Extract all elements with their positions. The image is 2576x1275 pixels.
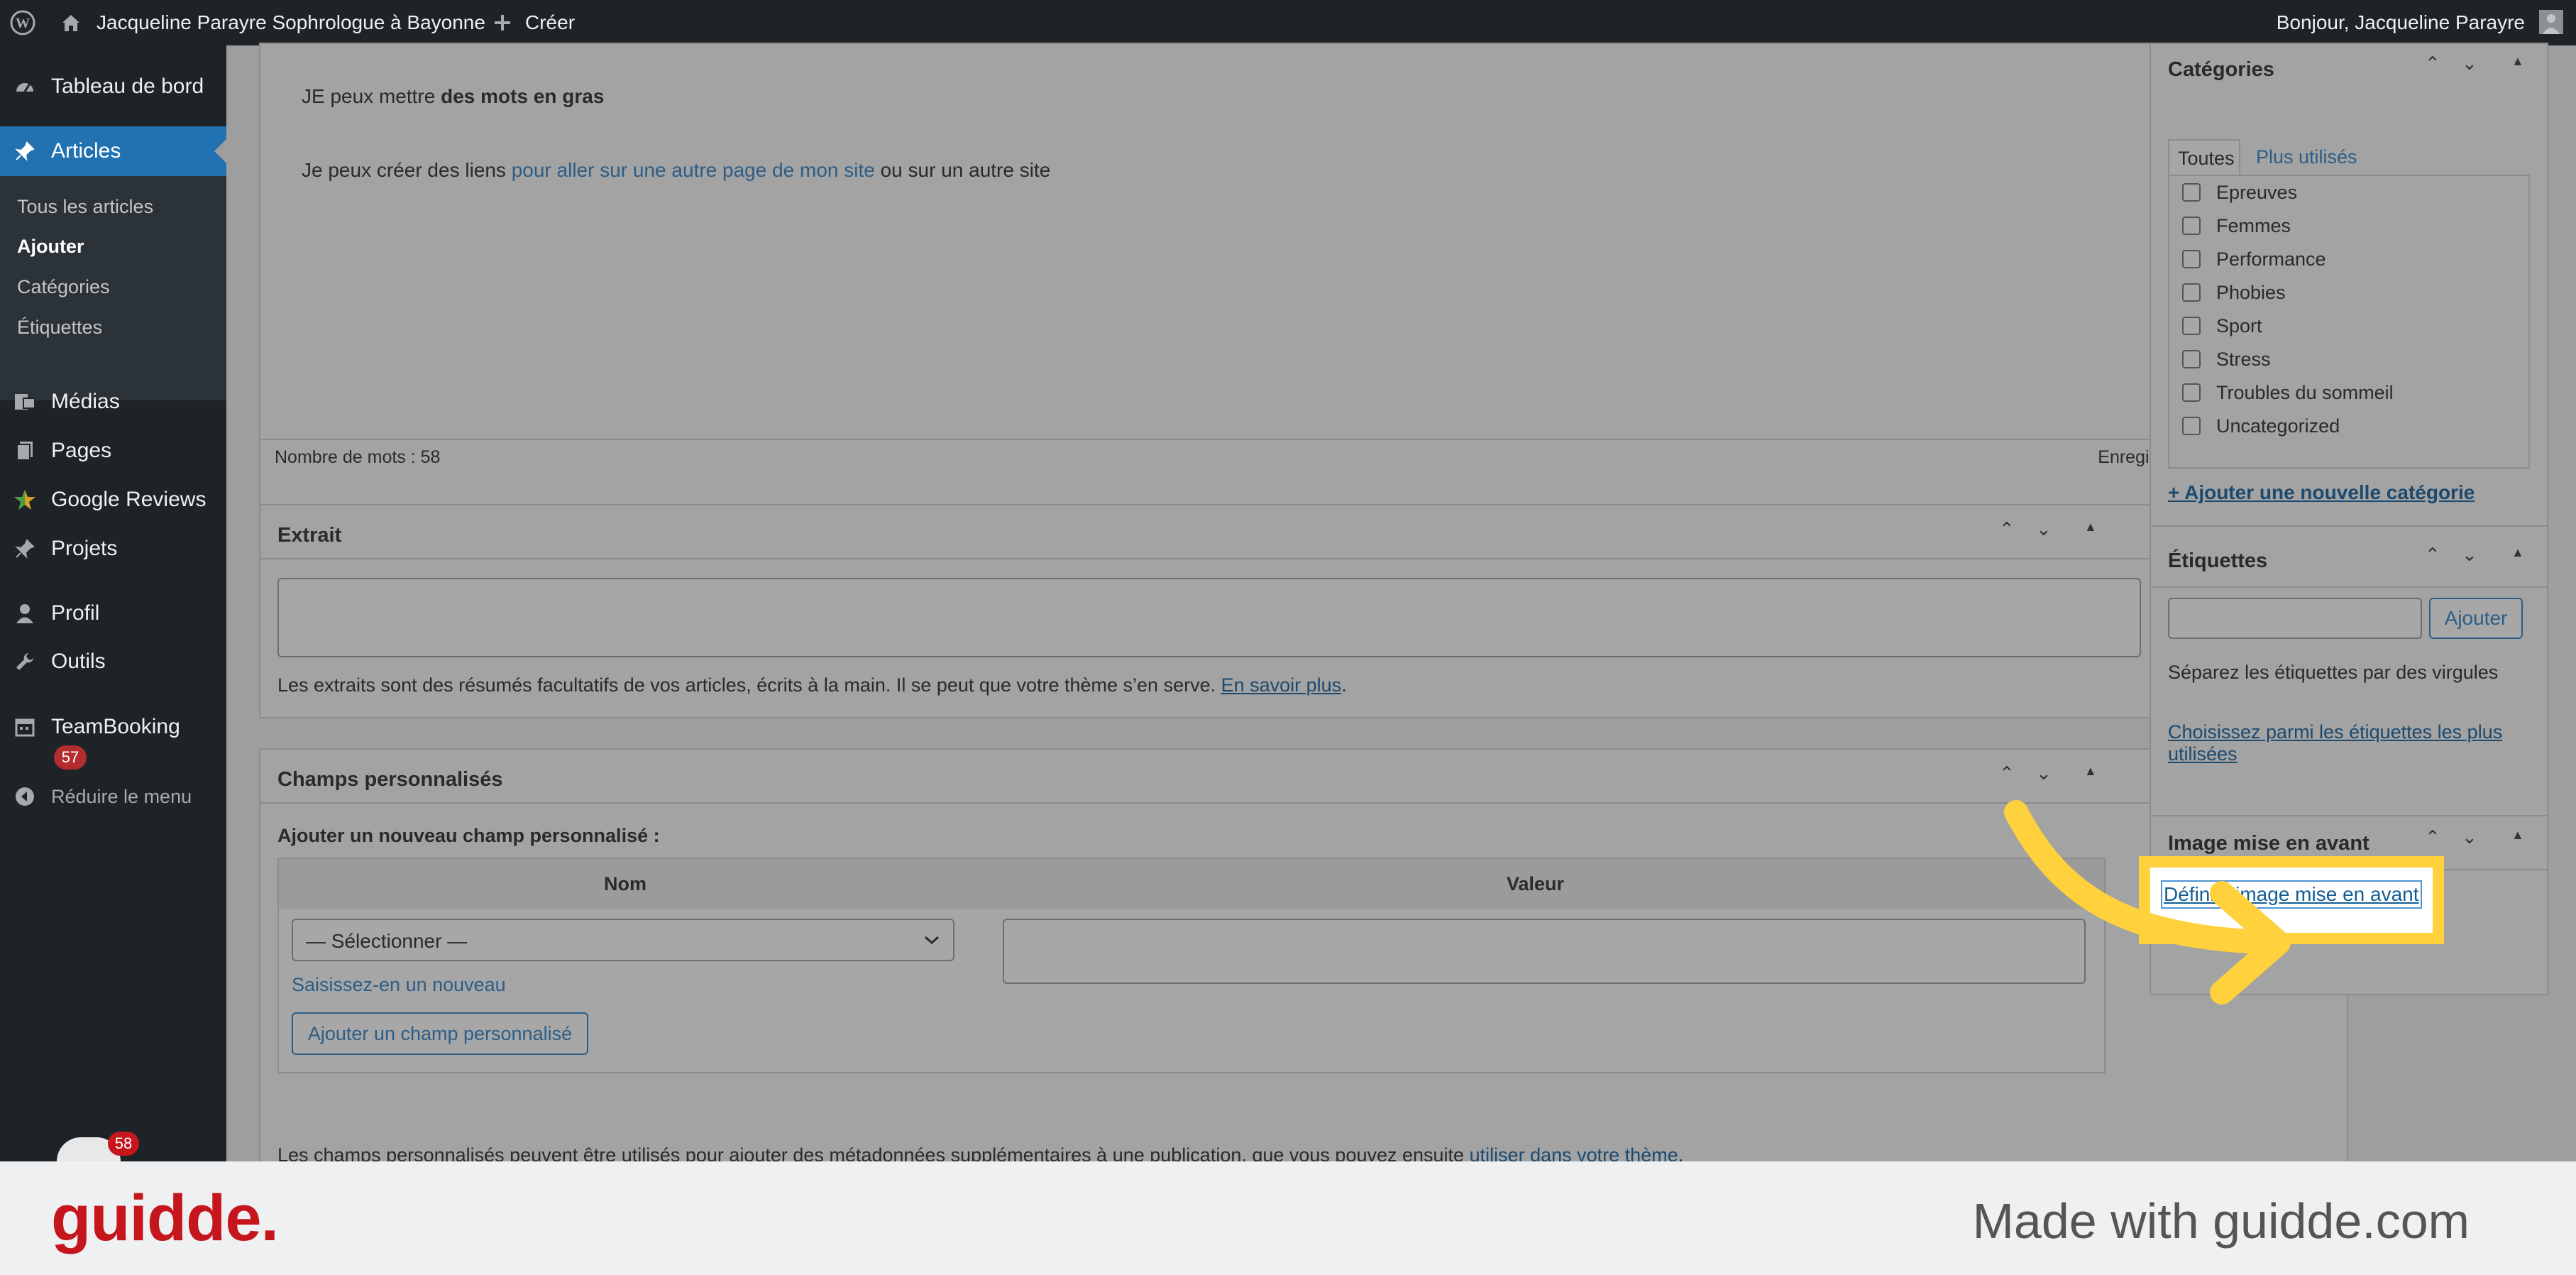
- main-content: JE peux mettre des mots en gras Je peux …: [226, 43, 2576, 1188]
- active-menu-arrow: [214, 139, 226, 163]
- submenu-tags[interactable]: Étiquettes: [17, 317, 102, 339]
- wordpress-logo-icon[interactable]: W: [10, 10, 35, 35]
- menu-item-pages[interactable]: Pages: [0, 427, 226, 475]
- star-icon: [13, 488, 37, 512]
- add-custom-field-button[interactable]: Ajouter un champ personnalisé: [292, 1012, 588, 1055]
- tags-help: Séparez les étiquettes par des virgules: [2168, 662, 2499, 683]
- plus-icon: [492, 13, 512, 33]
- menu-item-teambooking[interactable]: TeamBooking: [0, 703, 226, 751]
- custom-field-key-select[interactable]: — Sélectionner —: [292, 919, 954, 961]
- menu-item-profile[interactable]: Profil: [0, 589, 226, 638]
- column-name-header: Nom: [604, 873, 646, 894]
- avatar-badge: 58: [108, 1132, 139, 1156]
- made-with-text: Made with guidde.com: [1972, 1193, 2470, 1249]
- category-checkbox[interactable]: [2182, 350, 2201, 368]
- excerpt-textarea[interactable]: [277, 578, 2141, 657]
- site-title-link[interactable]: Jacqueline Parayre Sophrologue à Bayonne: [97, 0, 485, 45]
- new-content-link[interactable]: Créer: [525, 0, 575, 45]
- user-greeting[interactable]: Bonjour, Jacqueline Parayre: [2277, 0, 2525, 45]
- toggle-panel-icon[interactable]: ▲: [2511, 545, 2524, 560]
- toggle-panel-icon[interactable]: ▲: [2084, 520, 2097, 535]
- submenu-categories[interactable]: Catégories: [17, 276, 110, 298]
- pages-icon: [13, 439, 37, 463]
- move-up-icon[interactable]: ⌃: [1999, 518, 2015, 540]
- add-tag-button[interactable]: Ajouter: [2429, 598, 2523, 639]
- move-up-icon[interactable]: ⌃: [2425, 544, 2440, 566]
- move-down-icon[interactable]: ⌄: [2462, 826, 2477, 848]
- column-value-header: Valeur: [1507, 873, 1565, 894]
- callout-arrow-icon: [2004, 800, 2291, 1005]
- wrench-icon: [13, 650, 37, 674]
- editor-status-bar: Nombre de mots : 58 Enregistrement du br…: [260, 439, 2347, 474]
- category-checkbox[interactable]: [2182, 217, 2201, 235]
- menu-item-tools[interactable]: Outils: [0, 638, 226, 686]
- category-checkbox[interactable]: [2182, 283, 2201, 302]
- category-checkbox[interactable]: [2182, 417, 2201, 435]
- word-count: Nombre de mots : 58: [275, 447, 441, 467]
- new-tag-input[interactable]: [2168, 598, 2422, 639]
- tab-most-used[interactable]: Plus utilisés: [2256, 146, 2357, 168]
- categories-panel: Catégories ⌃ ⌄ ▲ Toutes Plus utilisés Ep…: [2150, 43, 2548, 540]
- menu-item-media[interactable]: Médias: [0, 378, 226, 426]
- add-custom-field-heading: Ajouter un nouveau champ personnalisé :: [277, 825, 660, 846]
- pin-icon: [13, 537, 37, 561]
- guidde-logo: guidde.: [51, 1182, 279, 1254]
- category-checkbox[interactable]: [2182, 183, 2201, 202]
- admin-bar: W Jacqueline Parayre Sophrologue à Bayon…: [0, 0, 2576, 45]
- submenu: Tous les articles Ajouter Catégories Éti…: [0, 176, 226, 400]
- editor-inline-link[interactable]: pour aller sur une autre page de mon sit…: [512, 159, 875, 181]
- submenu-all-articles[interactable]: Tous les articles: [17, 196, 153, 218]
- editor-line-1: JE peux mettre des mots en gras: [302, 85, 605, 107]
- user-icon: [13, 601, 37, 625]
- collapse-arrow-icon: [13, 784, 37, 809]
- menu-item-projects[interactable]: Projets: [0, 525, 226, 573]
- media-icon: [13, 390, 37, 414]
- toggle-panel-icon[interactable]: ▲: [2511, 54, 2524, 69]
- user-avatar-icon[interactable]: [2539, 10, 2563, 34]
- learn-more-link[interactable]: En savoir plus: [1221, 674, 1342, 696]
- category-checkbox[interactable]: [2182, 250, 2201, 268]
- excerpt-help: Les extraits sont des résumés facultatif…: [277, 674, 1347, 696]
- excerpt-panel: Extrait ⌃ ⌄ ▲ Les extraits sont des résu…: [259, 504, 2348, 718]
- enter-new-link[interactable]: Saisissez-en un nouveau: [292, 974, 506, 996]
- tags-title: Étiquettes: [2168, 549, 2268, 572]
- move-down-icon[interactable]: ⌄: [2462, 53, 2477, 75]
- toggle-panel-icon[interactable]: ▲: [2511, 828, 2524, 843]
- move-down-icon[interactable]: ⌄: [2036, 518, 2052, 540]
- editor-panel: JE peux mettre des mots en gras Je peux …: [259, 43, 2348, 521]
- tab-all-categories[interactable]: Toutes: [2168, 139, 2240, 176]
- admin-sidebar: Tableau de bord Articles Tous les articl…: [0, 45, 226, 1161]
- collapse-menu-button[interactable]: Réduire le menu: [0, 772, 226, 821]
- calendar-icon: [13, 715, 37, 739]
- submenu-add-new[interactable]: Ajouter: [17, 236, 84, 258]
- custom-fields-title: Champs personnalisés: [277, 768, 503, 791]
- add-category-link[interactable]: + Ajouter une nouvelle catégorie: [2168, 481, 2475, 504]
- excerpt-title: Extrait: [277, 524, 342, 547]
- move-up-icon[interactable]: ⌃: [2425, 826, 2440, 848]
- category-checkbox[interactable]: [2182, 383, 2201, 402]
- menu-item-google-reviews[interactable]: Google Reviews: [0, 476, 226, 524]
- dashboard-icon: [13, 75, 37, 99]
- move-up-icon[interactable]: ⌃: [2425, 53, 2440, 75]
- menu-item-articles[interactable]: Articles: [0, 126, 226, 176]
- editor-line-2: Je peux créer des liens pour aller sur u…: [302, 159, 1051, 181]
- menu-item-dashboard[interactable]: Tableau de bord: [0, 62, 226, 111]
- categories-title: Catégories: [2168, 58, 2274, 81]
- chevron-down-icon: [923, 933, 940, 951]
- svg-text:W: W: [16, 16, 30, 31]
- guidde-footer: guidde. Made with guidde.com: [0, 1161, 2576, 1275]
- category-checkbox[interactable]: [2182, 317, 2201, 335]
- move-down-icon[interactable]: ⌄: [2462, 544, 2477, 566]
- teambooking-badge: 57: [54, 745, 87, 770]
- pin-icon: [13, 139, 37, 163]
- home-icon[interactable]: [60, 11, 82, 34]
